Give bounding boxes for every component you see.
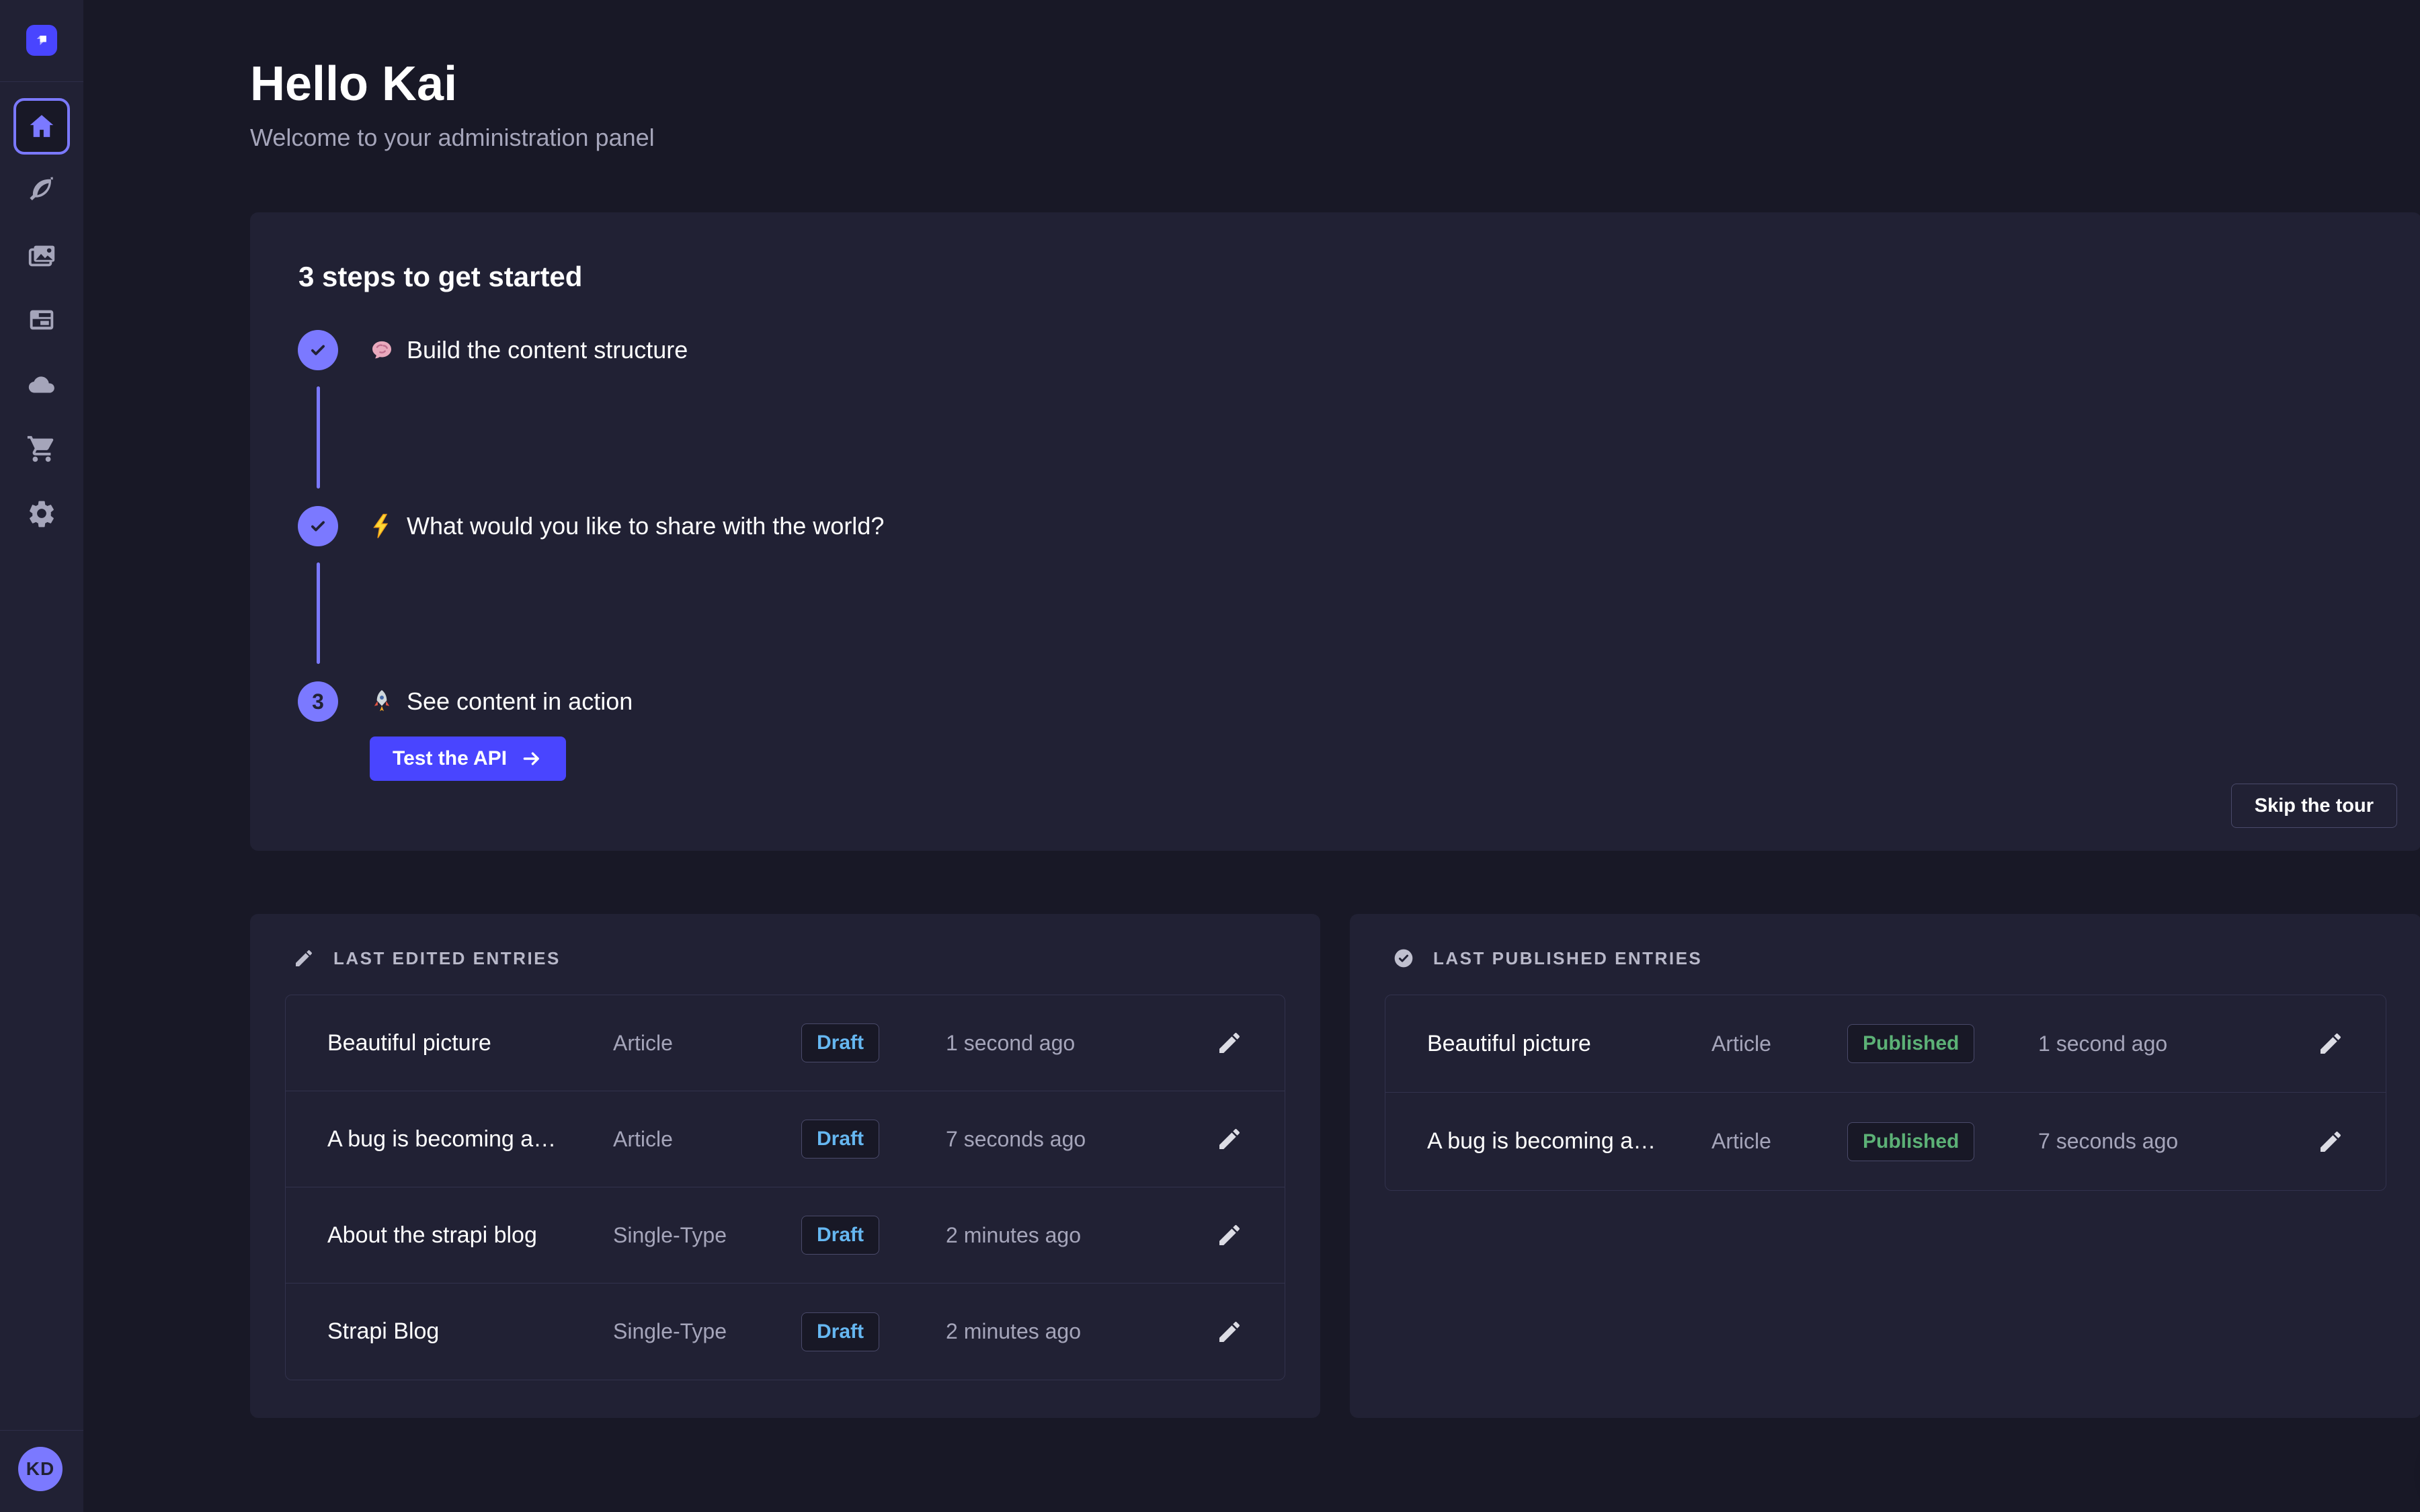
step-1-done-circle [298,330,338,370]
sidebar-item-content-type-builder[interactable] [13,292,70,348]
pencil-icon [2317,1030,2344,1057]
entry-title: A bug is becoming a… [1427,1128,1711,1154]
entry-time: 1 second ago [946,1031,1178,1056]
sidebar-item-cloud[interactable] [13,356,70,413]
step-3-number: 3 [312,689,324,714]
edit-entry-button[interactable] [1212,1314,1247,1349]
entry-time: 7 seconds ago [2038,1129,2274,1154]
sidebar-item-settings[interactable] [13,485,70,542]
entry-title: Beautiful picture [1427,1031,1711,1057]
entry-title: Strapi Blog [327,1318,613,1345]
guided-tour-card: 3 steps to get started Build the content… [250,212,2420,851]
images-icon [26,240,57,271]
entry-time: 2 minutes ago [946,1319,1178,1344]
entry-type: Single-Type [613,1319,801,1344]
status-badge: Published [1847,1122,1974,1161]
rocket-icon [368,687,396,716]
last-published-title: LAST PUBLISHED ENTRIES [1433,948,1702,969]
entry-title: About the strapi blog [327,1222,613,1249]
table-row: Strapi Blog Single-Type Draft 2 minutes … [286,1284,1285,1380]
check-icon [308,516,328,536]
entry-type: Single-Type [613,1223,801,1248]
entry-time: 1 second ago [2038,1032,2274,1056]
layout-icon [26,304,57,335]
table-row: Beautiful picture Article Draft 1 second… [286,995,1285,1091]
entry-type: Article [1711,1032,1847,1056]
pencil-icon [293,948,315,969]
entry-time: 7 seconds ago [946,1127,1178,1152]
status-badge: Draft [801,1216,879,1255]
step-3-label: See content in action [368,687,633,716]
lightning-icon [368,512,396,540]
feather-icon [26,175,57,206]
tour-step-3: 3 See content in action [298,681,633,722]
step-2-label: What would you like to share with the wo… [368,512,884,540]
last-published-table: Beautiful picture Article Published 1 se… [1385,995,2386,1191]
page-title: Hello Kai [250,56,457,112]
test-the-api-button[interactable]: Test the API [370,737,566,781]
last-published-header: LAST PUBLISHED ENTRIES [1393,948,1702,969]
gear-icon [26,498,57,529]
step-connector-2 [317,562,320,664]
sidebar: KD [0,0,83,1512]
entry-title: A bug is becoming a… [327,1126,613,1152]
cloud-icon [26,369,57,400]
last-edited-title: LAST EDITED ENTRIES [333,948,561,969]
arrow-right-icon [520,747,543,770]
step-3-number-circle: 3 [298,681,338,722]
table-row: A bug is becoming a… Article Draft 7 sec… [286,1091,1285,1187]
status-badge: Draft [801,1312,879,1351]
home-icon [26,111,57,142]
skip-the-tour-button[interactable]: Skip the tour [2231,784,2397,828]
step-connector-1 [317,386,320,489]
pencil-icon [1216,1030,1243,1056]
sidebar-item-home[interactable] [13,98,70,155]
last-edited-table: Beautiful picture Article Draft 1 second… [285,995,1285,1380]
page-subtitle: Welcome to your administration panel [250,124,655,152]
table-row: A bug is becoming a… Article Published 7… [1385,1093,2386,1190]
status-badge: Draft [801,1023,879,1062]
edit-entry-button[interactable] [2313,1026,2348,1061]
pencil-icon [1216,1318,1243,1345]
sidebar-divider-top [0,81,83,82]
check-icon [308,340,328,360]
sidebar-nav [0,98,83,542]
sidebar-divider-bottom [0,1430,83,1431]
entry-title: Beautiful picture [327,1030,613,1056]
sidebar-item-content-manager[interactable] [13,163,70,219]
step-2-done-circle [298,506,338,546]
edit-entry-button[interactable] [2313,1124,2348,1159]
edit-entry-button[interactable] [1212,1122,1247,1157]
entry-type: Article [613,1127,801,1152]
table-row: Beautiful picture Article Published 1 se… [1385,995,2386,1093]
last-edited-entries-panel: LAST EDITED ENTRIES Beautiful picture Ar… [250,914,1320,1418]
check-circle-icon [1393,948,1414,969]
pencil-icon [2317,1128,2344,1155]
pencil-icon [1216,1222,1243,1249]
step-1-label: Build the content structure [368,336,688,364]
brain-icon [368,336,396,364]
edit-entry-button[interactable] [1212,1218,1247,1253]
strapi-logo-icon [32,30,52,50]
guided-tour-title: 3 steps to get started [298,261,582,293]
pencil-icon [1216,1126,1243,1152]
status-badge: Published [1847,1024,1974,1063]
edit-entry-button[interactable] [1212,1025,1247,1060]
cart-icon [26,433,57,464]
last-published-entries-panel: LAST PUBLISHED ENTRIES Beautiful picture… [1350,914,2420,1418]
entry-time: 2 minutes ago [946,1223,1178,1248]
table-row: About the strapi blog Single-Type Draft … [286,1187,1285,1284]
entry-type: Article [1711,1129,1847,1154]
last-edited-header: LAST EDITED ENTRIES [293,948,561,969]
tour-step-2: What would you like to share with the wo… [298,506,884,546]
strapi-logo[interactable] [26,25,57,56]
main-content: Hello Kai Welcome to your administration… [83,0,2420,1512]
user-avatar[interactable]: KD [18,1447,63,1491]
tour-step-1: Build the content structure [298,330,688,370]
entry-type: Article [613,1031,801,1056]
status-badge: Draft [801,1120,879,1159]
sidebar-item-media-library[interactable] [13,227,70,284]
sidebar-item-marketplace[interactable] [13,421,70,477]
